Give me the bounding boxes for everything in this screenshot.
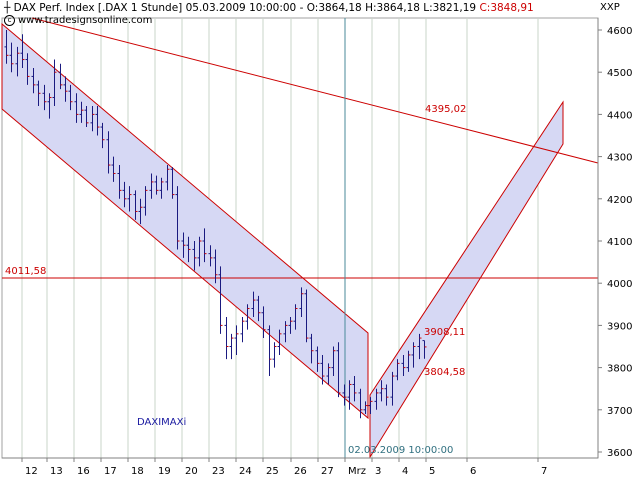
copyright-icon: c	[4, 15, 15, 26]
corner-label: XXP	[600, 2, 620, 13]
open-value: O:3864,18	[306, 2, 362, 14]
low-value: L:3821,19	[423, 2, 477, 14]
y-tick-label: 3700	[607, 406, 632, 417]
plot-area	[1, 17, 599, 459]
x-tick-label: 17	[104, 466, 117, 477]
high-value: H:3864,18	[365, 2, 420, 14]
y-tick-label: 3900	[607, 321, 632, 332]
y-tick-label: 4200	[607, 195, 632, 206]
y-tick-label: 4500	[607, 68, 632, 79]
label-4011: 4011,58	[5, 266, 47, 277]
header-datetime: 05.03.2009 10:00:00	[185, 2, 297, 14]
x-tick-label: 5	[429, 466, 435, 477]
label-3804: 3804,58	[424, 367, 466, 378]
x-tick-label: 26	[294, 466, 307, 477]
x-tick-label: 19	[158, 466, 171, 477]
x-tick-label: 20	[185, 466, 198, 477]
y-tick-label: 3600	[607, 448, 632, 459]
label-4395: 4395,02	[425, 104, 467, 115]
x-tick-label: 18	[131, 466, 144, 477]
price-chart: 3600 3700 3800 3900 4000 4100 4200 4300 4400 4500…	[0, 0, 640, 480]
x-tick-label: 24	[239, 466, 252, 477]
y-tick-label: 4300	[607, 153, 632, 164]
y-tick-label: 3800	[607, 364, 632, 375]
x-tick-label: 4	[402, 466, 408, 477]
y-tick-label: 4100	[607, 237, 632, 248]
x-tick-label: 27	[321, 466, 334, 477]
close-value: C:3848,91	[479, 2, 534, 14]
x-tick-label: 3	[375, 466, 381, 477]
x-tick-label: 16	[77, 466, 90, 477]
x-tick-label: 12	[25, 466, 38, 477]
chart-header: ┼ DAX Perf. Index [.DAX 1 Stunde] 05.03.…	[4, 2, 534, 14]
x-tick-label: Mrz	[348, 466, 366, 477]
website-label: c www.tradesignsonline.com	[4, 15, 152, 26]
instrument-name: DAX Perf. Index [.DAX 1 Stunde]	[13, 2, 183, 14]
x-tick-label: 13	[50, 466, 63, 477]
x-tick-label: 25	[266, 466, 279, 477]
y-tick-label: 4000	[607, 279, 632, 290]
label-3908: 3908,11	[424, 327, 466, 338]
y-tick-label: 4600	[607, 26, 632, 37]
header-marker: ┼	[4, 2, 11, 14]
x-tick-label: 23	[212, 466, 225, 477]
daximaxi-label: DAXIMAXi	[137, 417, 187, 428]
y-tick-label: 4400	[607, 110, 632, 121]
x-tick-label: 6	[470, 466, 476, 477]
cursor-date-label: 02.03.2009 10:00:00	[348, 445, 454, 456]
x-tick-label: 7	[541, 466, 547, 477]
website-text: www.tradesignsonline.com	[18, 15, 153, 26]
